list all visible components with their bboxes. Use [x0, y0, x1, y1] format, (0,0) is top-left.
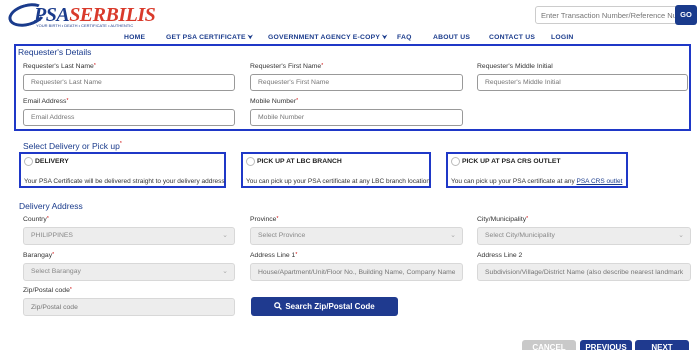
next-button[interactable]: NEXT [635, 340, 689, 350]
psa-serbilis-logo[interactable]: PSASERBILIS YOUR BIRTH • DEATH • CERTIFI… [5, 0, 156, 31]
email-label: Email Address* [23, 98, 69, 105]
address-line1-label: Address Line 1* [250, 252, 298, 259]
zip-input[interactable] [23, 298, 235, 316]
chevron-down-icon: ⌄ [450, 232, 456, 239]
last-name-input[interactable] [23, 74, 235, 91]
psa-crs-outlet-link[interactable]: PSA CRS outlet [577, 178, 623, 185]
mobile-label: Mobile Number* [250, 98, 299, 105]
first-name-label: Requester's First Name* [250, 63, 324, 70]
logo-tagline: YOUR BIRTH • DEATH • CERTIFICATE • AUTHE… [36, 23, 134, 28]
nav-contact-us[interactable]: CONTACT US [489, 34, 535, 41]
address-line2-label: Address Line 2 [477, 252, 523, 259]
chevron-down-icon: ⌄ [678, 232, 684, 239]
requester-details-title: Requester's Details [18, 47, 92, 57]
previous-button[interactable]: PREVIOUS [580, 340, 632, 350]
first-name-input[interactable] [250, 74, 463, 91]
lbc-pickup-radio[interactable] [246, 157, 255, 166]
chevron-down-icon: ⌄ [222, 268, 228, 275]
delivery-option-card[interactable]: DELIVERY Your PSA Certificate will be de… [19, 152, 226, 188]
middle-initial-label: Requester's Middle Initial [477, 63, 553, 70]
delivery-option-desc: Your PSA Certificate will be delivered s… [24, 178, 225, 185]
address-line2-input[interactable] [477, 263, 691, 281]
crs-pickup-desc: You can pick up your PSA certificate at … [451, 178, 623, 185]
transaction-number-input[interactable] [535, 6, 697, 24]
delivery-option-label: DELIVERY [35, 158, 69, 165]
delivery-radio[interactable] [24, 157, 33, 166]
nav-faq[interactable]: FAQ [397, 34, 412, 41]
cancel-button[interactable]: CANCEL [522, 340, 576, 350]
nav-login[interactable]: LOGIN [551, 34, 574, 41]
province-label: Province* [250, 216, 279, 223]
zip-label: Zip/Postal code* [23, 287, 72, 294]
barangay-label: Barangay* [23, 252, 55, 259]
chevron-down-icon: ⮟ [247, 35, 254, 41]
city-label: City/Municipality* [477, 216, 529, 223]
nav-government-agency-ecopy[interactable]: GOVERNMENT AGENCY E-COPY ⮟ [268, 34, 387, 42]
chevron-down-icon: ⌄ [222, 232, 228, 239]
delivery-address-title: Delivery Address [19, 201, 83, 211]
lbc-pickup-desc: You can pick up your PSA certificate at … [246, 178, 431, 185]
email-input[interactable] [23, 109, 235, 126]
barangay-select[interactable]: Select Barangay ⌄ [23, 263, 235, 281]
chevron-down-icon: ⮟ [382, 35, 388, 41]
crs-pickup-label: PICK UP AT PSA CRS OUTLET [462, 158, 561, 165]
city-select[interactable]: Select City/Municipality ⌄ [477, 227, 691, 245]
address-line1-input[interactable] [250, 263, 463, 281]
lbc-pickup-option-card[interactable]: PICK UP AT LBC BRANCH You can pick up yo… [241, 152, 431, 188]
country-label: Country* [23, 216, 49, 223]
crs-pickup-radio[interactable] [451, 157, 460, 166]
country-select[interactable]: PHILIPPINES ⌄ [23, 227, 235, 245]
lbc-pickup-label: PICK UP AT LBC BRANCH [257, 158, 342, 165]
search-zip-button[interactable]: Search Zip/Postal Code [251, 297, 398, 316]
last-name-label: Requester's Last Name* [23, 63, 96, 70]
search-icon [274, 302, 283, 310]
nav-home[interactable]: HOME [124, 34, 145, 41]
delivery-option-title: Select Delivery or Pick up* [23, 141, 122, 151]
province-select[interactable]: Select Province ⌄ [250, 227, 463, 245]
mobile-input[interactable] [250, 109, 463, 126]
go-button[interactable]: GO [675, 5, 697, 25]
crs-pickup-option-card[interactable]: PICK UP AT PSA CRS OUTLET You can pick u… [446, 152, 628, 188]
nav-about-us[interactable]: ABOUT US [433, 34, 470, 41]
nav-get-psa-certificate[interactable]: GET PSA CERTIFICATE ⮟ [166, 34, 253, 42]
middle-initial-input[interactable] [477, 74, 688, 91]
